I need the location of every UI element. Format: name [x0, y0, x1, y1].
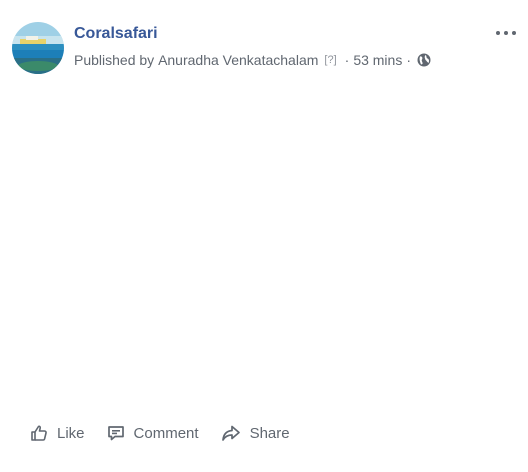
- avatar-image: [12, 22, 64, 74]
- share-label: Share: [249, 424, 290, 442]
- like-button[interactable]: Like: [30, 424, 85, 442]
- meta-separator: ·: [344, 52, 350, 68]
- comment-icon: [107, 426, 124, 441]
- comment-button[interactable]: Comment: [107, 424, 199, 442]
- globe-icon[interactable]: [417, 53, 431, 67]
- thumbs-up-icon: [31, 425, 47, 441]
- like-label: Like: [57, 424, 85, 442]
- post-header: Coralsafari Published by Anuradha Venkat…: [12, 20, 516, 76]
- more-options-icon[interactable]: [496, 28, 516, 38]
- share-arrow-icon: [221, 425, 240, 441]
- post-card: Coralsafari Published by Anuradha Venkat…: [0, 0, 528, 472]
- share-button[interactable]: Share: [221, 424, 290, 442]
- post-actions: Like Comment Share: [30, 420, 312, 446]
- page-avatar[interactable]: [12, 22, 64, 74]
- published-by-prefix: Published by: [74, 52, 155, 68]
- publisher-name: Anuradha Venkatachalam: [158, 52, 319, 68]
- page-name-link[interactable]: Coralsafari: [74, 25, 158, 43]
- help-marker[interactable]: [?]: [324, 54, 336, 66]
- meta-separator-2: ·: [406, 52, 412, 68]
- post-meta: Published by Anuradha Venkatachalam [?] …: [74, 52, 431, 68]
- comment-label: Comment: [133, 424, 199, 442]
- post-timestamp[interactable]: 53 mins: [353, 52, 402, 68]
